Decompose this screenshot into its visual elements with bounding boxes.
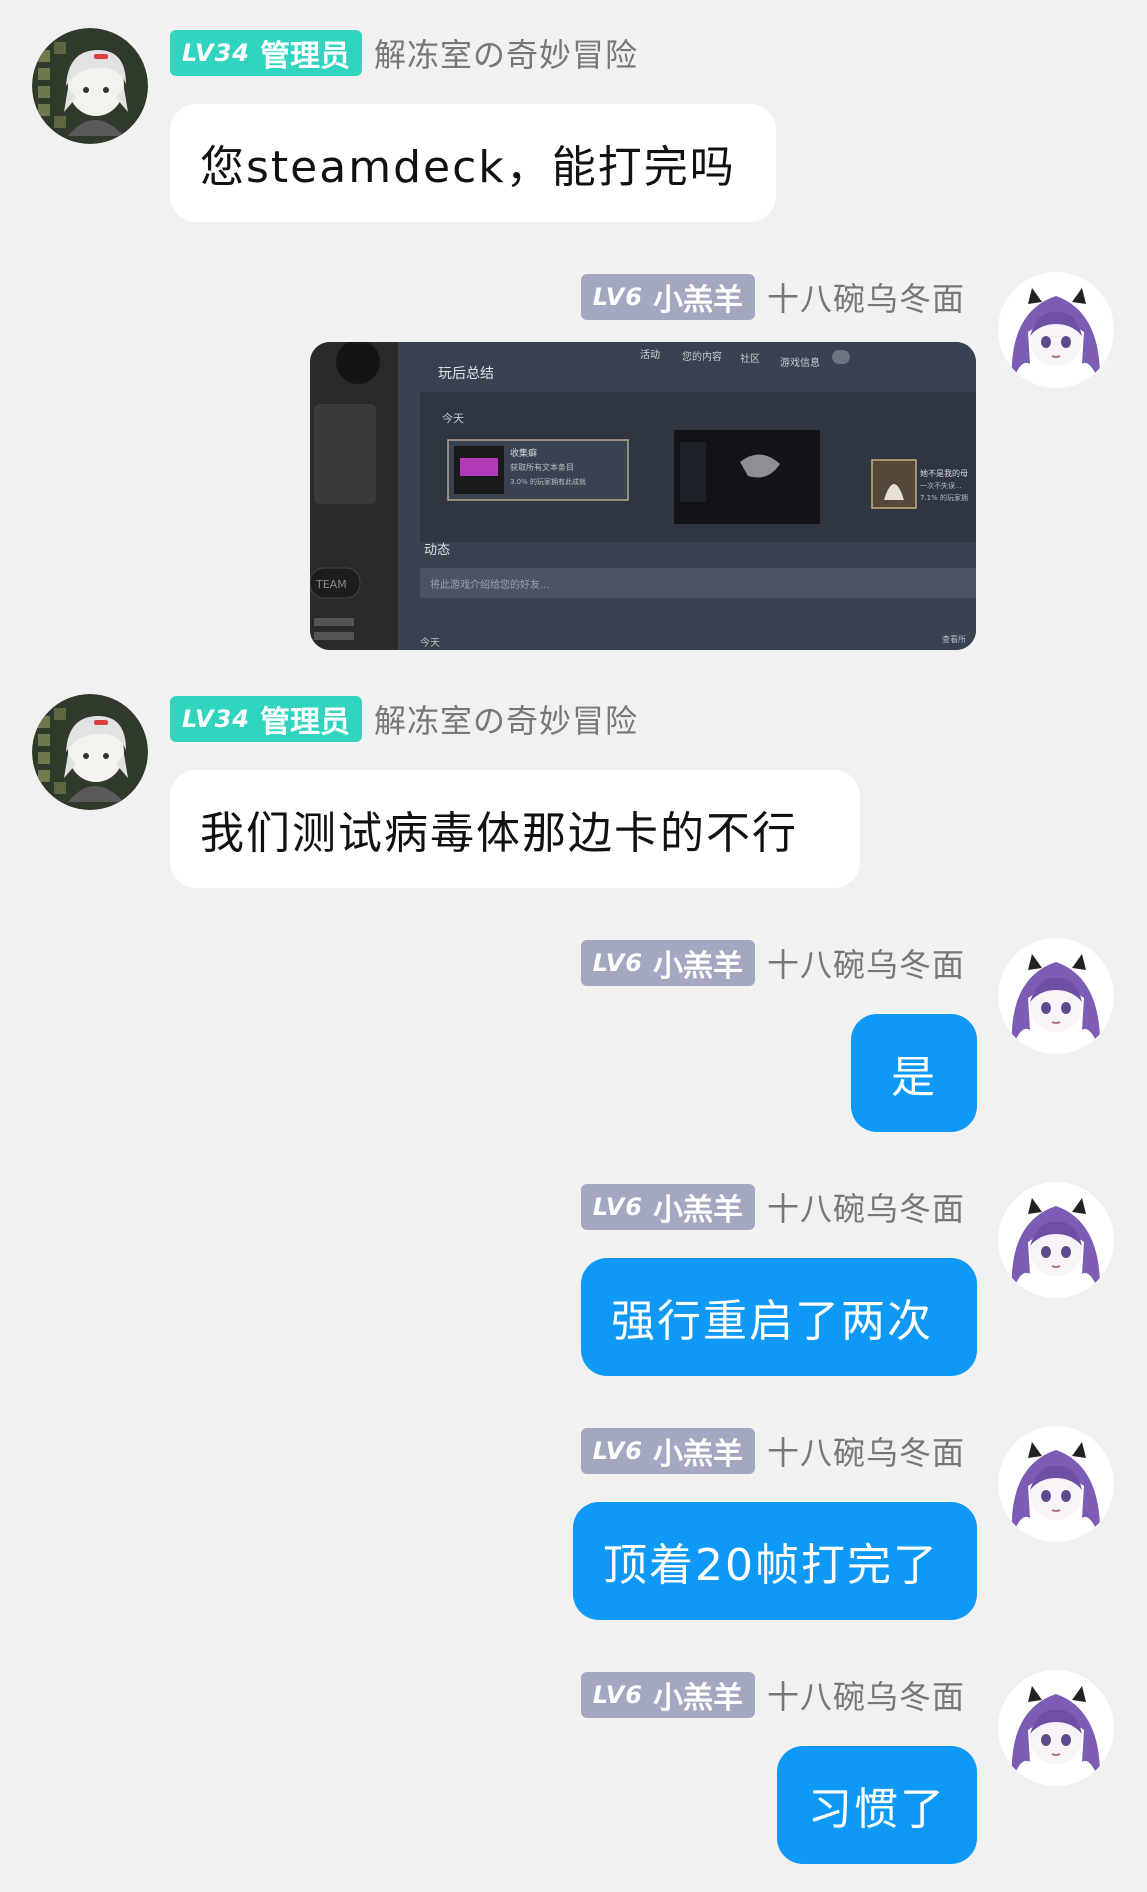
level-title: 小羔羊	[652, 949, 743, 984]
right-card-percent: 7.1% 的玩家拥	[920, 493, 968, 502]
level-number: LV6	[592, 1193, 643, 1221]
level-number: LV6	[592, 1681, 643, 1709]
achievement-percent: 3.0% 的玩家拥有此成就	[510, 477, 586, 486]
sender-meta: LV6 小羔羊 十八碗乌冬面	[580, 940, 965, 986]
level-badge: LV6 小羔羊	[580, 1184, 755, 1230]
level-badge: LV34 管理员	[170, 696, 362, 742]
sender-meta: LV34 管理员 解冻室の奇妙冒险	[170, 696, 638, 742]
screen-heading: 玩后总结	[438, 366, 494, 382]
tab-activity: 活动	[640, 349, 660, 361]
sender-name[interactable]: 解冻室の奇妙冒险	[374, 30, 638, 76]
tab-game-info: 游戏信息	[780, 356, 820, 369]
tab-your-content: 您的内容	[682, 350, 722, 363]
screen-today-bottom: 今天	[420, 636, 440, 649]
sender-meta: LV6 小羔羊 十八碗乌冬面	[580, 1428, 965, 1474]
sender-name[interactable]: 十八碗乌冬面	[767, 274, 965, 320]
admin-avatar[interactable]	[32, 28, 148, 144]
level-badge: LV34 管理员	[170, 30, 362, 76]
admin-avatar[interactable]	[32, 694, 148, 810]
level-number: LV6	[592, 949, 643, 977]
level-number: LV34	[182, 705, 250, 733]
level-badge: LV6 小羔羊	[580, 1428, 755, 1474]
level-title: 管理员	[259, 705, 350, 740]
level-number: LV6	[592, 283, 643, 311]
sender-name[interactable]: 十八碗乌冬面	[767, 1672, 965, 1718]
sender-meta: LV6 小羔羊 十八碗乌冬面	[580, 1672, 965, 1718]
level-badge: LV6 小羔羊	[580, 1672, 755, 1718]
sender-name[interactable]: 解冻室の奇妙冒险	[374, 696, 638, 742]
achievement-desc: 获取所有文本条目	[510, 462, 574, 472]
sender-meta: LV6 小羔羊 十八碗乌冬面	[580, 274, 965, 320]
sender-name[interactable]: 十八碗乌冬面	[767, 940, 965, 986]
level-title: 小羔羊	[652, 1437, 743, 1472]
message-bubble[interactable]: 强行重启了两次	[581, 1258, 977, 1376]
photo-message[interactable]: TEAM 活动 您的内容 社区 游戏信息 玩后总结 今天 收集癖 获取所有文本条…	[310, 342, 976, 650]
member-avatar[interactable]	[998, 1182, 1114, 1298]
sender-name[interactable]: 十八碗乌冬面	[767, 1428, 965, 1474]
message-bubble[interactable]: 习惯了	[777, 1746, 977, 1864]
device-label: TEAM	[315, 578, 347, 591]
level-title: 小羔羊	[652, 1193, 743, 1228]
right-card-title: 她不是我的母	[920, 468, 968, 478]
sender-meta: LV34 管理员 解冻室の奇妙冒险	[170, 30, 638, 76]
achievement-title: 收集癖	[510, 447, 537, 459]
activity-heading: 动态	[424, 543, 450, 558]
view-all: 查看所	[942, 634, 966, 644]
member-avatar[interactable]	[998, 1670, 1114, 1786]
message-bubble[interactable]: 是	[851, 1014, 977, 1132]
level-title: 小羔羊	[652, 283, 743, 318]
message-bubble[interactable]: 顶着20帧打完了	[573, 1502, 977, 1620]
tab-community: 社区	[740, 352, 760, 365]
activity-input-placeholder: 将此游戏介绍给您的好友...	[430, 578, 550, 591]
sender-meta: LV6 小羔羊 十八碗乌冬面	[580, 1184, 965, 1230]
level-title: 管理员	[259, 39, 350, 74]
member-avatar[interactable]	[998, 272, 1114, 388]
member-avatar[interactable]	[998, 1426, 1114, 1542]
level-number: LV6	[592, 1437, 643, 1465]
member-avatar[interactable]	[998, 938, 1114, 1054]
sender-name[interactable]: 十八碗乌冬面	[767, 1184, 965, 1230]
message-bubble[interactable]: 您steamdeck，能打完吗	[170, 104, 776, 222]
level-number: LV34	[182, 39, 250, 67]
screen-today: 今天	[442, 411, 464, 425]
level-badge: LV6 小羔羊	[580, 940, 755, 986]
right-card-desc: 一次不失误...	[920, 481, 962, 490]
level-title: 小羔羊	[652, 1681, 743, 1716]
level-badge: LV6 小羔羊	[580, 274, 755, 320]
message-bubble[interactable]: 我们测试病毒体那边卡的不行	[170, 770, 860, 888]
